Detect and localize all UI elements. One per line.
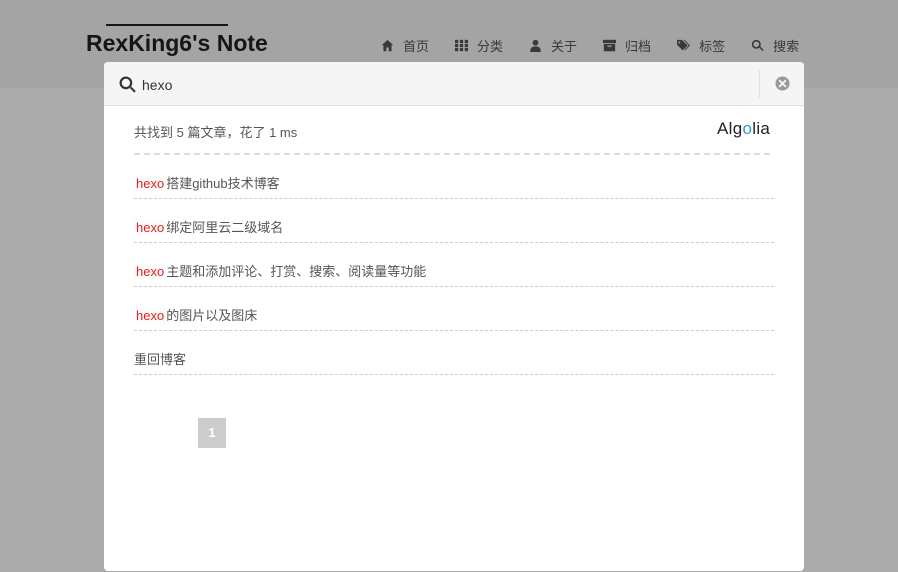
logo-part: lia: [752, 119, 771, 138]
search-bar: [104, 62, 804, 106]
query-highlight: hexo: [134, 264, 167, 279]
search-bar-divider: [759, 70, 760, 98]
result-item[interactable]: hexo 主题和添加评论、打赏、搜索、阅读量等功能: [134, 258, 774, 287]
result-item[interactable]: hexo 绑定阿里云二级域名: [134, 214, 774, 243]
result-title: 搭建github技术博客: [166, 176, 280, 191]
search-input[interactable]: [142, 73, 742, 97]
search-icon: [119, 76, 136, 93]
algolia-logo[interactable]: Algolia: [717, 119, 770, 139]
result-title: 重回博客: [134, 352, 187, 367]
logo-mark: o: [742, 119, 753, 138]
result-title: 主题和添加评论、打赏、搜索、阅读量等功能: [166, 264, 427, 279]
search-results: hexo 搭建github技术博客 hexo 绑定阿里云二级域名 hexo 主题和添加…: [134, 170, 774, 390]
logo-part: Alg: [717, 119, 743, 138]
result-item[interactable]: 重回博客: [134, 346, 774, 375]
result-title: 的图片以及图床: [166, 308, 258, 323]
result-item[interactable]: hexo 的图片以及图床: [134, 302, 774, 331]
stats-divider: [134, 153, 770, 155]
close-icon[interactable]: [775, 76, 790, 91]
search-popup: 共找到 5 篇文章，花了 1 ms Algolia hexo搭建github技术…: [104, 62, 804, 571]
pagination-current-page[interactable]: 1: [198, 418, 226, 448]
result-title: 绑定阿里云二级域名: [166, 220, 284, 235]
query-highlight: hexo: [134, 176, 167, 191]
query-highlight: hexo: [134, 220, 167, 235]
search-stats: 共找到 5 篇文章，花了 1 ms: [134, 125, 298, 140]
result-item[interactable]: hexo 搭建github技术博客: [134, 170, 774, 199]
query-highlight: hexo: [134, 308, 167, 323]
